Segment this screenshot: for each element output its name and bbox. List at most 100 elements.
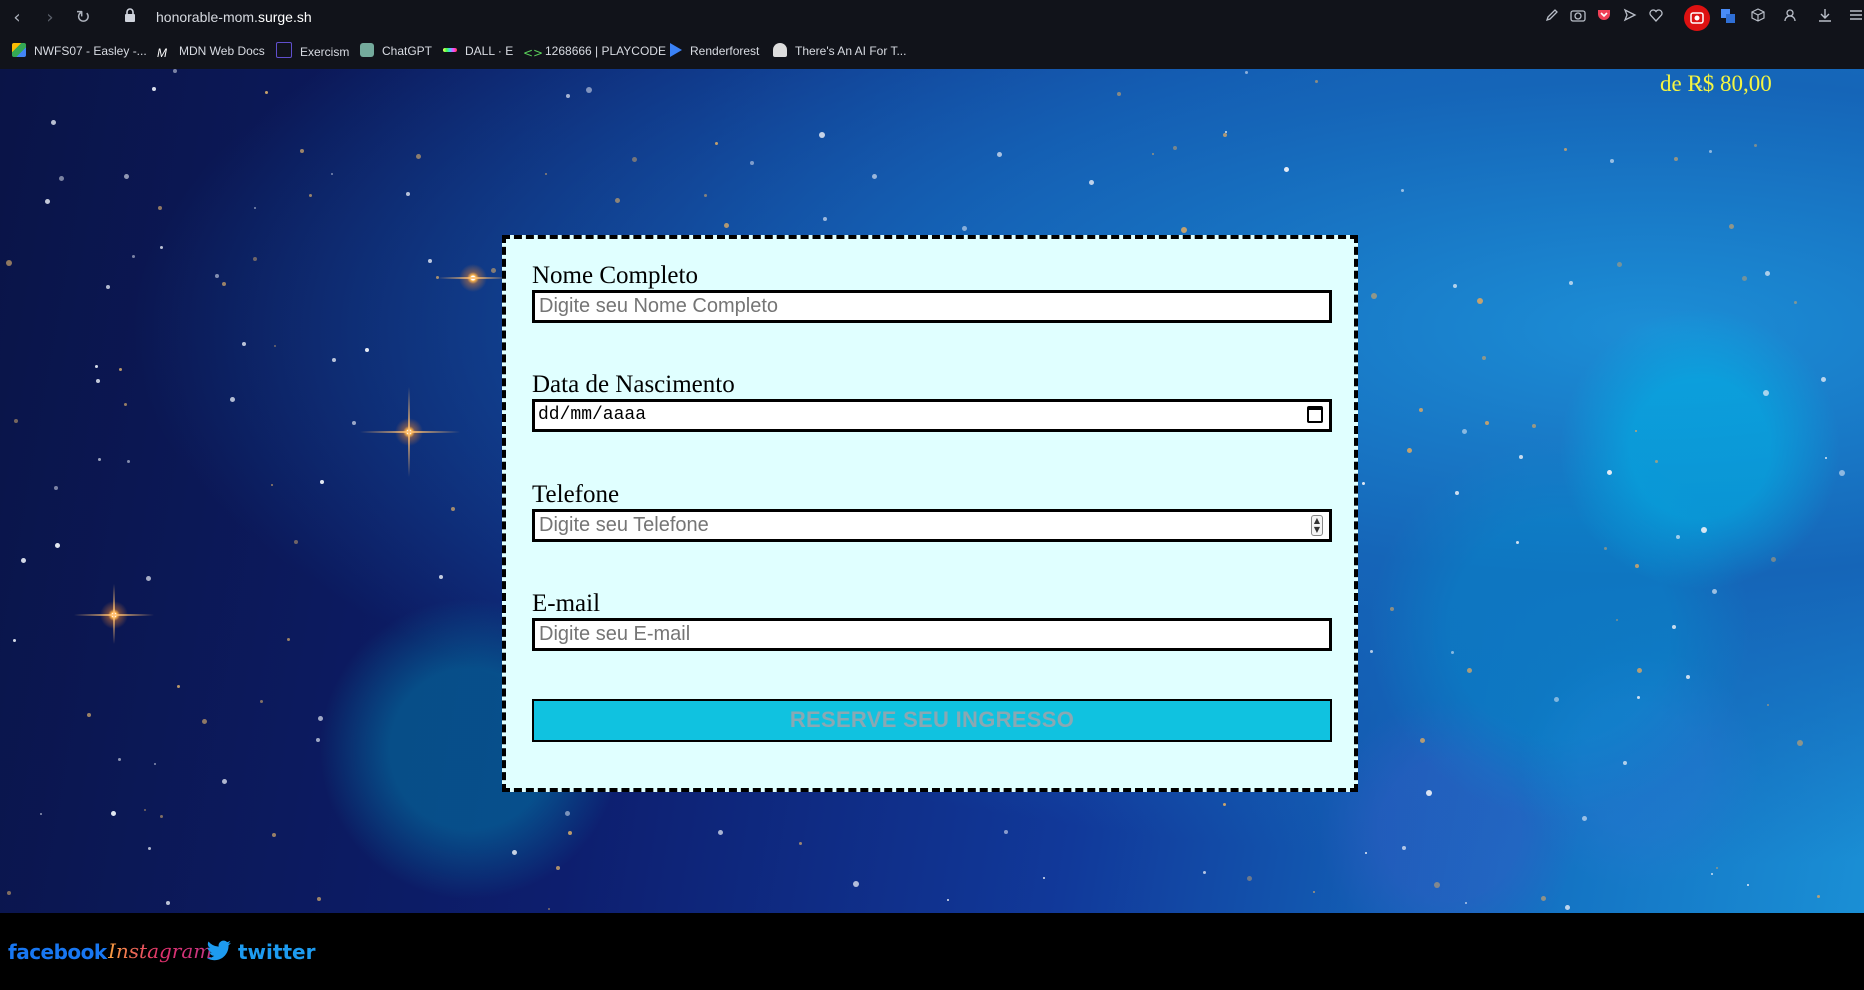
star-dot <box>254 207 257 210</box>
star-dot <box>117 757 121 761</box>
bookmark-playcode[interactable]: <> 1268666 | PLAYCODE <box>523 42 666 60</box>
pocket-icon[interactable] <box>1594 8 1614 28</box>
star-dot <box>59 175 65 181</box>
star-dot <box>1607 470 1613 476</box>
exercism-icon <box>276 42 292 58</box>
bookmark-ai-for-that[interactable]: There's An AI For T... <box>773 42 906 60</box>
star-dot <box>123 173 129 179</box>
back-icon[interactable]: ‹ <box>5 6 29 30</box>
ticket-price: de R$ 80,00 <box>1660 71 1772 96</box>
star-dot <box>53 486 58 491</box>
star-dot <box>97 457 101 461</box>
bookmark-exercism[interactable]: Exercism <box>276 42 349 60</box>
send-icon[interactable] <box>1620 8 1640 28</box>
email-placeholder: Digite seu E-mail <box>539 623 691 645</box>
star-dot <box>331 358 336 363</box>
bookmark-mdn[interactable]: M MDN Web Docs <box>157 42 265 60</box>
star-dot <box>947 898 950 901</box>
bookmark-renderforest[interactable]: Renderforest <box>670 42 759 60</box>
download-icon[interactable] <box>1815 8 1835 28</box>
star-dot <box>252 257 257 262</box>
star-dot <box>127 459 131 463</box>
birthdate-input[interactable]: dd/mm/aaaa <box>532 399 1332 432</box>
bookmark-label: MDN Web Docs <box>179 44 265 58</box>
star-dot <box>852 881 859 888</box>
reload-icon[interactable]: ↻ <box>71 6 95 30</box>
star-dot <box>96 378 101 383</box>
star-dot <box>317 715 323 721</box>
phone-placeholder: Digite seu Telefone <box>539 514 709 536</box>
star-dot <box>1485 420 1490 425</box>
star-dot <box>148 847 152 851</box>
bookmarks-bar: NWFS07 - Easley -... M MDN Web Docs Exerc… <box>0 38 1864 64</box>
menu-icon[interactable] <box>1846 8 1864 28</box>
star-dot <box>222 778 228 784</box>
camera-icon[interactable] <box>1568 8 1588 28</box>
instagram-link[interactable]: Instagram <box>108 939 212 963</box>
star-dot <box>1181 227 1188 234</box>
renderforest-icon <box>670 43 682 57</box>
star-dot <box>132 255 136 259</box>
star-dot <box>1709 150 1713 154</box>
star-dot <box>1312 891 1315 894</box>
star-dot <box>160 815 164 819</box>
mdn-icon: M <box>157 46 167 60</box>
star-dot <box>14 419 19 424</box>
bookmark-nwfs07[interactable]: NWFS07 - Easley -... <box>12 42 147 60</box>
star-dot <box>320 479 325 484</box>
star-dot <box>154 762 157 765</box>
star-dot <box>1464 901 1467 904</box>
star-dot <box>143 809 146 812</box>
flare-ray <box>360 431 460 433</box>
star-dot <box>364 347 369 352</box>
star-dot <box>259 700 263 704</box>
forward-icon[interactable]: › <box>38 6 62 30</box>
star-dot <box>585 87 592 94</box>
flare-ray <box>438 277 508 279</box>
twitter-link[interactable]: twitter <box>238 940 315 964</box>
phone-input[interactable]: Digite seu Telefone ▲ ▼ <box>532 509 1332 542</box>
star-dot <box>6 890 11 895</box>
star-dot <box>1824 457 1827 460</box>
bookmark-dalle[interactable]: DALL · E <box>443 42 513 60</box>
star-dot <box>1222 133 1227 138</box>
phone-label: Telefone <box>532 481 620 508</box>
star-dot <box>1615 618 1618 621</box>
profile-icon[interactable] <box>1780 8 1800 28</box>
bookmark-chatgpt[interactable]: ChatGPT <box>360 42 432 60</box>
star-dot <box>241 342 246 347</box>
star-dot <box>1244 71 1248 75</box>
star-dot <box>272 833 277 838</box>
star-dot <box>1315 80 1319 84</box>
twitter-bird-icon[interactable] <box>206 940 232 962</box>
star-dot <box>286 637 290 641</box>
star-dot <box>1406 448 1412 454</box>
star-dot <box>1541 895 1547 901</box>
lock-icon <box>124 8 138 26</box>
record-icon[interactable] <box>1684 5 1710 31</box>
email-input[interactable]: Digite seu E-mail <box>532 618 1332 651</box>
edit-icon[interactable] <box>1542 8 1562 28</box>
star-dot <box>1742 276 1748 282</box>
star-dot <box>152 86 157 91</box>
star-dot <box>1362 482 1366 486</box>
number-spinner-icon[interactable]: ▲ ▼ <box>1311 515 1323 536</box>
star-dot <box>632 157 638 162</box>
star-dot <box>1466 668 1472 674</box>
star-dot <box>105 284 110 289</box>
reserve-ticket-button[interactable]: RESERVE SEU INGRESSO <box>532 699 1332 742</box>
star-dot <box>45 198 51 204</box>
bookmark-label: ChatGPT <box>382 44 433 58</box>
facebook-link[interactable]: facebook <box>8 940 107 964</box>
star-dot <box>1617 262 1623 268</box>
cube-icon[interactable] <box>1748 8 1768 28</box>
star-dot <box>614 198 620 204</box>
star-dot <box>798 842 802 846</box>
url-field[interactable]: honorable-mom.surge.sh <box>156 9 312 25</box>
heart-icon[interactable] <box>1646 8 1666 28</box>
name-input[interactable]: Digite seu Nome Completo <box>532 290 1332 323</box>
calendar-icon[interactable] <box>1307 406 1323 423</box>
star-dot <box>512 850 518 856</box>
star-dot <box>1284 166 1290 172</box>
translate-icon[interactable] <box>1718 8 1738 28</box>
